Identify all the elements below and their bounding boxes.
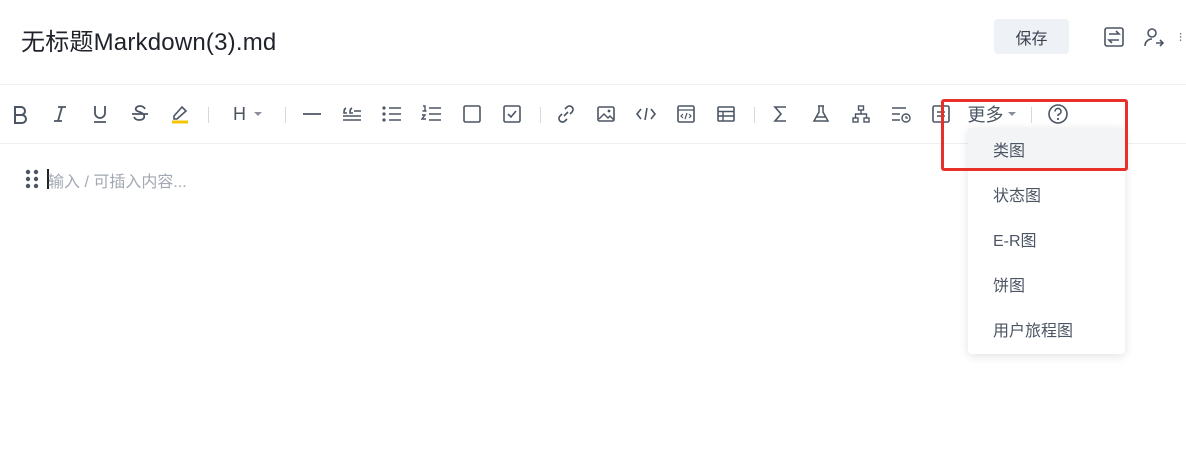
more-vertical-icon[interactable]	[1176, 24, 1186, 50]
code-block-icon[interactable]	[674, 92, 698, 136]
toolbar-separator	[754, 107, 755, 123]
horizontal-rule-icon[interactable]	[300, 92, 324, 136]
task-checked-icon[interactable]	[500, 92, 524, 136]
toolbar-separator	[208, 107, 209, 123]
link-icon[interactable]	[554, 92, 578, 136]
flask-icon[interactable]	[809, 92, 833, 136]
insert-block-icon[interactable]	[889, 92, 913, 136]
caret-down-icon	[254, 112, 262, 116]
menu-item-label: 类图	[993, 143, 1026, 160]
underline-icon[interactable]	[88, 92, 112, 136]
bullet-list-icon[interactable]	[380, 92, 404, 136]
menu-item-class-diagram[interactable]: 类图	[968, 128, 1125, 170]
callout-icon[interactable]	[929, 92, 953, 136]
toolbar-separator	[540, 107, 541, 123]
toolbar-separator	[285, 107, 286, 123]
drag-handle-icon[interactable]	[24, 168, 40, 190]
editor-placeholder: 输入 / 可插入内容...	[48, 174, 187, 191]
highlight-icon[interactable]	[168, 92, 192, 136]
ordered-list-icon[interactable]	[420, 92, 444, 136]
heading-label: H	[233, 103, 246, 124]
formula-icon[interactable]	[769, 92, 793, 136]
strikethrough-icon[interactable]	[128, 92, 152, 136]
checkbox-icon[interactable]	[460, 92, 484, 136]
toolbar-separator	[1031, 107, 1032, 123]
quote-icon[interactable]	[340, 92, 364, 136]
switch-icon[interactable]	[1101, 24, 1127, 50]
save-button[interactable]: 保存	[994, 19, 1069, 54]
bold-icon[interactable]	[8, 92, 32, 136]
menu-item-label: E-R图	[993, 233, 1037, 250]
caret-down-icon	[1007, 112, 1016, 116]
org-chart-icon[interactable]	[849, 92, 873, 136]
more-label: 更多	[967, 105, 1004, 125]
menu-item-label: 用户旅程图	[993, 323, 1074, 340]
italic-icon[interactable]	[48, 92, 72, 136]
menu-item-label: 状态图	[993, 188, 1042, 205]
share-user-icon[interactable]	[1141, 24, 1167, 50]
header: 无标题Markdown(3).md 保存	[0, 0, 1186, 85]
document-title[interactable]: 无标题Markdown(3).md	[21, 22, 276, 57]
image-icon[interactable]	[594, 92, 618, 136]
table-icon[interactable]	[714, 92, 738, 136]
more-dropdown-menu: 类图 状态图 E-R图 饼图 用户旅程图	[968, 128, 1125, 354]
menu-item-er-diagram[interactable]: E-R图	[968, 218, 1125, 260]
menu-item-label: 饼图	[993, 278, 1026, 295]
inline-code-icon[interactable]	[634, 92, 658, 136]
menu-item-pie-chart[interactable]: 饼图	[968, 263, 1125, 305]
heading-dropdown[interactable]: H	[226, 92, 270, 136]
menu-item-state-diagram[interactable]: 状态图	[968, 173, 1125, 215]
menu-item-user-journey[interactable]: 用户旅程图	[968, 308, 1125, 350]
